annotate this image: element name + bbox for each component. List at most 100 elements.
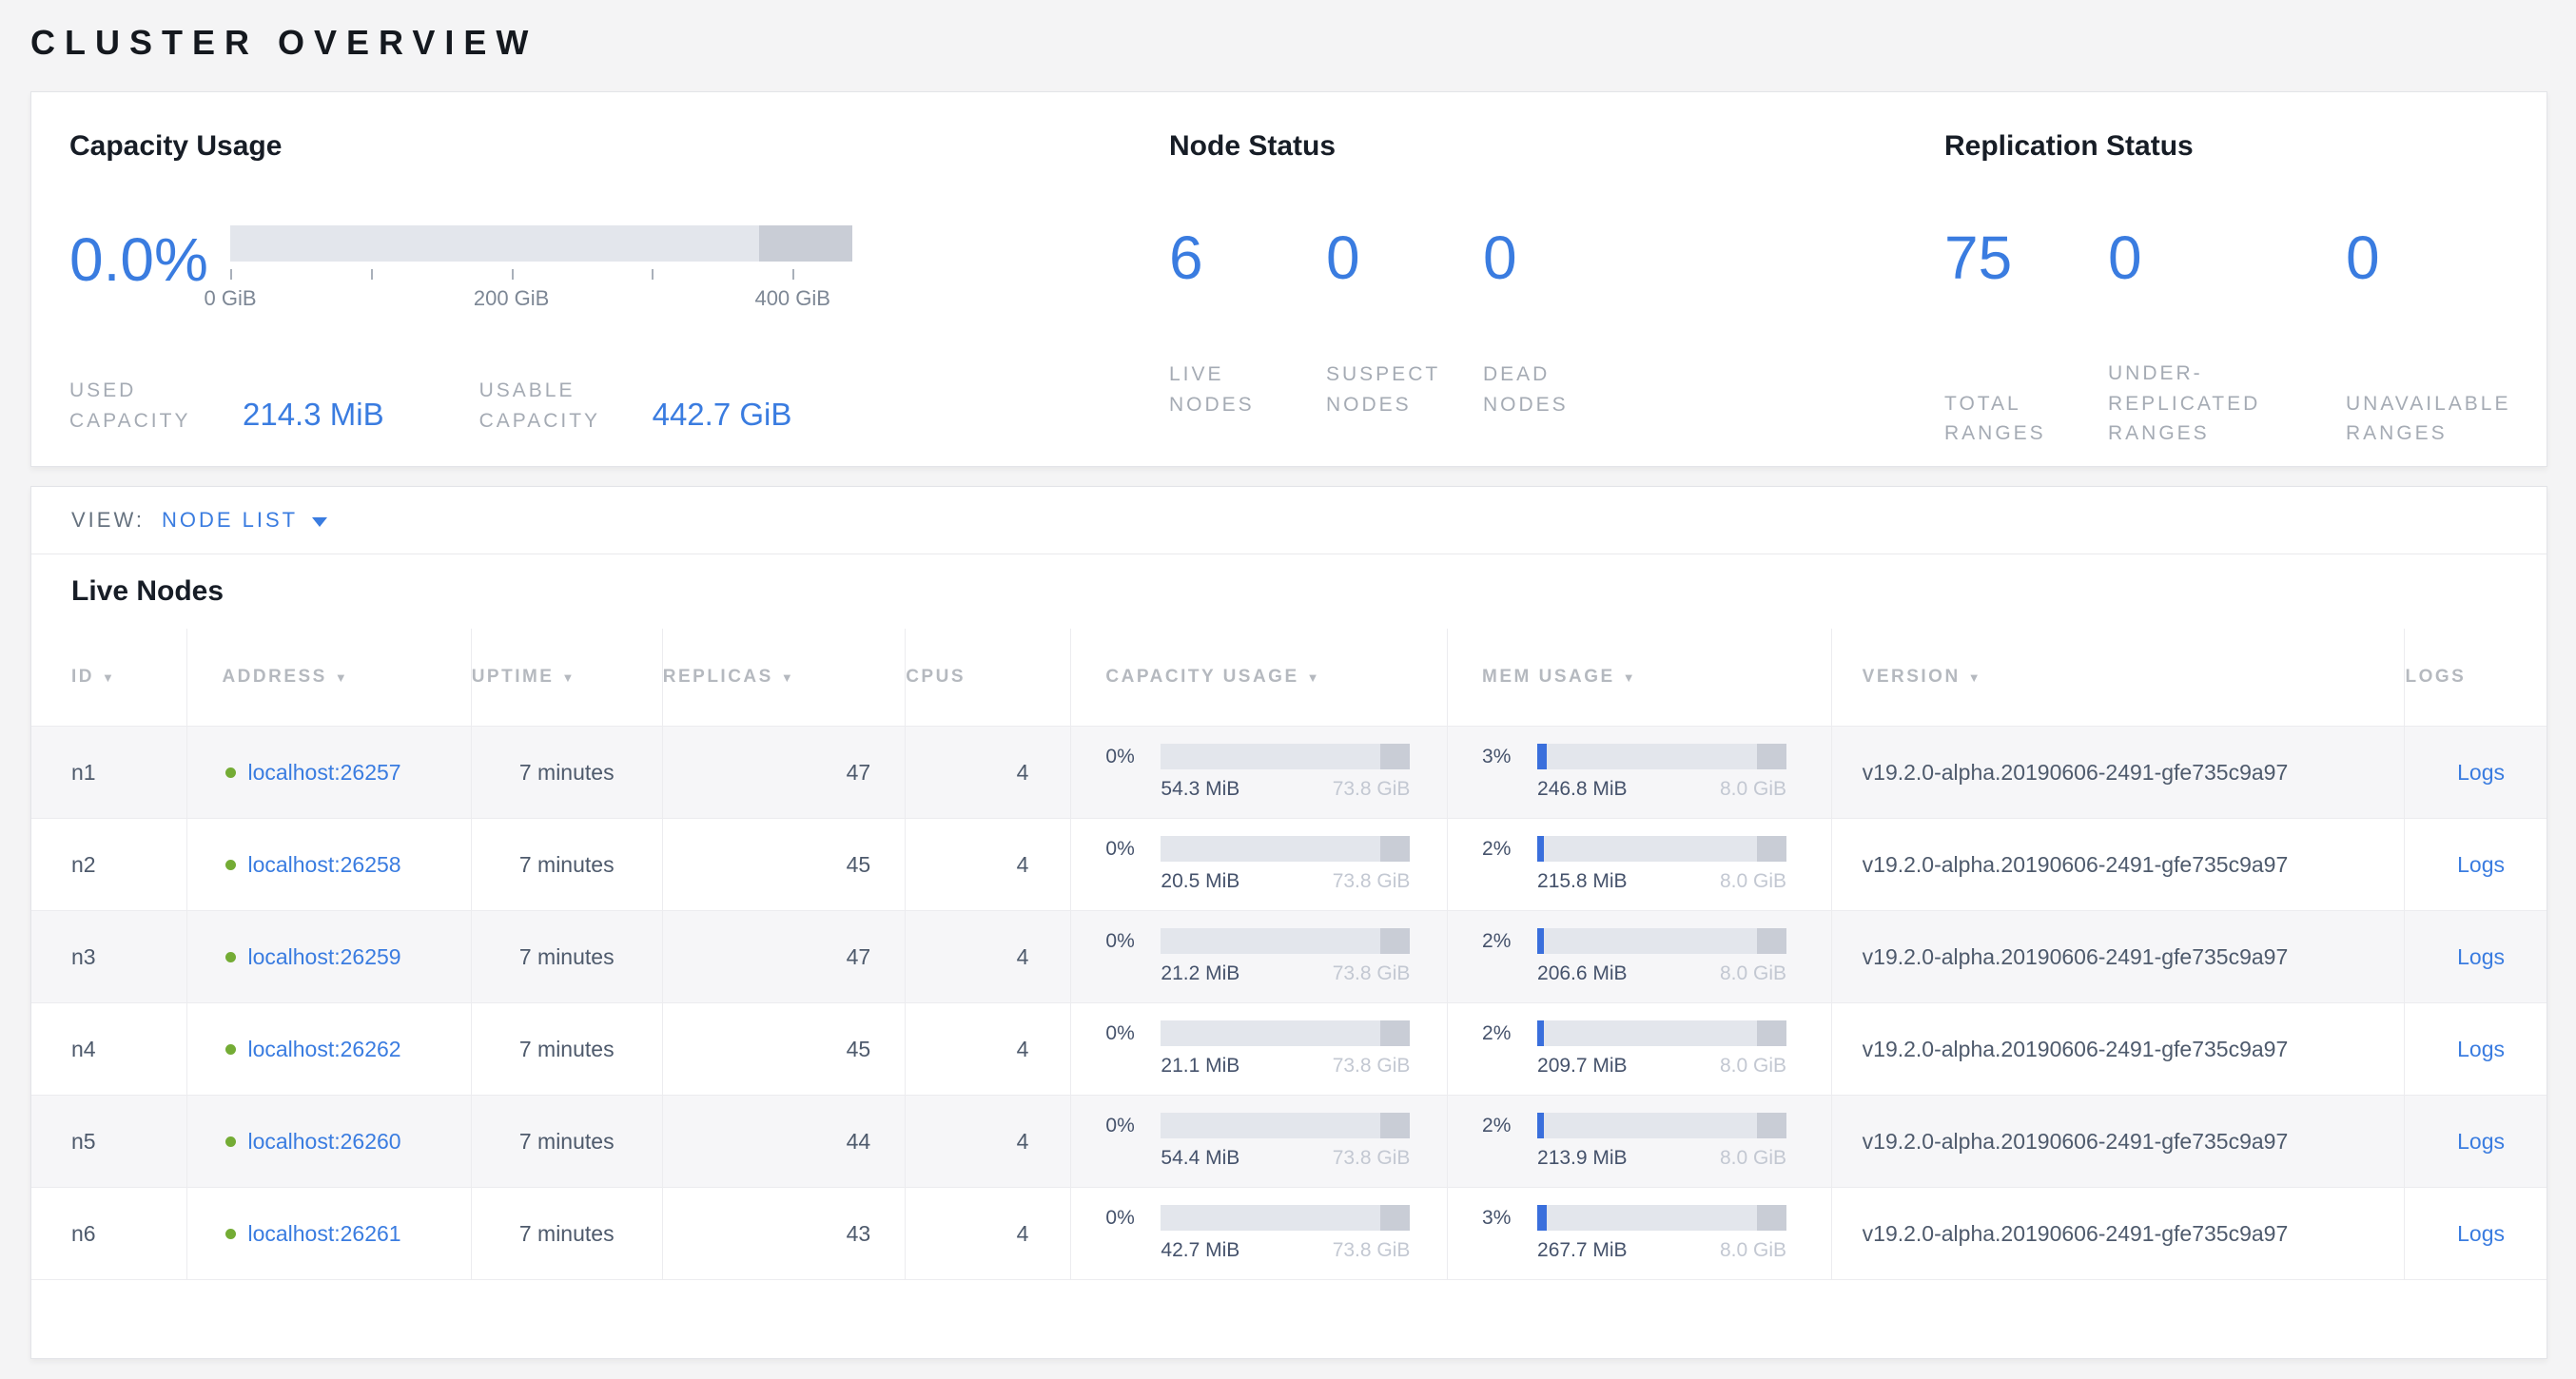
node-mem-cell: 2%206.6 MiB8.0 GiB bbox=[1448, 911, 1832, 1003]
node-cpus-cell: 4 bbox=[906, 911, 1071, 1003]
mem-usage-meter: 2%206.6 MiB8.0 GiB bbox=[1448, 928, 1831, 985]
logs-link[interactable]: Logs bbox=[2457, 1221, 2505, 1246]
view-selected-value: NODE LIST bbox=[162, 508, 298, 533]
node-logs-cell: Logs bbox=[2405, 911, 2547, 1003]
node-status-title: Node Status bbox=[1169, 130, 1944, 163]
node-address-cell: localhost:26260 bbox=[187, 1096, 471, 1188]
node-address-link[interactable]: localhost:26259 bbox=[247, 944, 400, 969]
node-health-dot-icon bbox=[225, 1136, 236, 1147]
node-address-link[interactable]: localhost:26262 bbox=[247, 1037, 400, 1061]
column-header-address[interactable]: ADDRESS▼ bbox=[187, 629, 471, 727]
logs-link[interactable]: Logs bbox=[2457, 1037, 2505, 1061]
mem-usage-meter: 2%213.9 MiB8.0 GiB bbox=[1448, 1113, 1831, 1170]
node-id-cell: n2 bbox=[31, 819, 187, 911]
under-replicated-ranges-count: 0 bbox=[2108, 227, 2346, 288]
capacity-usage-meter: 0%54.3 MiB73.8 GiB bbox=[1071, 744, 1447, 801]
node-uptime-cell: 7 minutes bbox=[471, 1188, 662, 1280]
capacity-usage-meter: 0%21.1 MiB73.8 GiB bbox=[1071, 1020, 1447, 1078]
logs-link[interactable]: Logs bbox=[2457, 1129, 2505, 1154]
logs-link[interactable]: Logs bbox=[2457, 944, 2505, 969]
node-address-cell: localhost:26261 bbox=[187, 1188, 471, 1280]
node-logs-cell: Logs bbox=[2405, 1188, 2547, 1280]
total-ranges-label: TOTAL RANGES bbox=[1944, 389, 2087, 449]
column-header-capacity[interactable]: CAPACITY USAGE▼ bbox=[1071, 629, 1448, 727]
node-replicas-cell: 47 bbox=[662, 911, 905, 1003]
column-header-mem[interactable]: MEM USAGE▼ bbox=[1448, 629, 1832, 727]
cluster-summary-panel: Capacity Usage 0.0% 0 GiB 200 GiB 400 Gi… bbox=[30, 91, 2547, 467]
node-health-dot-icon bbox=[225, 1044, 236, 1055]
mem-usage-dark-segment bbox=[1757, 928, 1786, 954]
suspect-nodes-label: SUSPECT NODES bbox=[1326, 359, 1469, 419]
total-ranges-count: 75 bbox=[1944, 227, 2108, 288]
capacity-usage-section: Capacity Usage 0.0% 0 GiB 200 GiB 400 Gi… bbox=[69, 130, 1169, 466]
node-id-cell: n4 bbox=[31, 1003, 187, 1096]
dead-nodes-label: DEAD NODES bbox=[1483, 359, 1626, 419]
axis-tick-label: 400 GiB bbox=[754, 286, 830, 311]
node-address-link[interactable]: localhost:26260 bbox=[247, 1129, 400, 1154]
mem-usage-fill bbox=[1537, 928, 1544, 954]
mem-usage-meter: 2%209.7 MiB8.0 GiB bbox=[1448, 1020, 1831, 1078]
node-list-panel: VIEW: NODE LIST Live Nodes ID▼ADDRESS▼UP… bbox=[30, 486, 2547, 1359]
table-row: n2localhost:262587 minutes4540%20.5 MiB7… bbox=[31, 819, 2547, 911]
node-id-cell: n1 bbox=[31, 727, 187, 819]
mem-usage-fill bbox=[1537, 1113, 1544, 1138]
sort-caret-icon: ▼ bbox=[561, 670, 576, 685]
mem-usage-meter: 2%215.8 MiB8.0 GiB bbox=[1448, 836, 1831, 893]
sort-caret-icon: ▼ bbox=[1307, 670, 1321, 685]
mem-usage-fill bbox=[1537, 744, 1547, 769]
suspect-nodes-count: 0 bbox=[1326, 227, 1483, 288]
capacity-chart: 0 GiB 200 GiB 400 GiB bbox=[230, 225, 852, 330]
sort-caret-icon: ▼ bbox=[102, 670, 116, 685]
capacity-usage-dark-segment bbox=[1380, 1205, 1410, 1231]
node-cpus-cell: 4 bbox=[906, 819, 1071, 911]
column-header-cpus[interactable]: CPUS bbox=[906, 629, 1071, 727]
node-address-link[interactable]: localhost:26261 bbox=[247, 1221, 400, 1246]
capacity-usage-bar bbox=[1161, 744, 1410, 769]
node-address-link[interactable]: localhost:26257 bbox=[247, 760, 400, 785]
mem-usage-meter: 3%246.8 MiB8.0 GiB bbox=[1448, 744, 1831, 801]
mem-usage-bar bbox=[1537, 928, 1786, 954]
node-address-link[interactable]: localhost:26258 bbox=[247, 852, 400, 877]
column-header-logs[interactable]: LOGS bbox=[2405, 629, 2547, 727]
mem-usage-bar bbox=[1537, 1020, 1786, 1046]
node-capacity-cell: 0%21.2 MiB73.8 GiB bbox=[1071, 911, 1448, 1003]
node-uptime-cell: 7 minutes bbox=[471, 819, 662, 911]
node-version-cell: v19.2.0-alpha.20190606-2491-gfe735c9a97 bbox=[1831, 819, 2405, 911]
view-selector-dropdown[interactable]: NODE LIST bbox=[162, 508, 327, 533]
capacity-usage-bar bbox=[1161, 1205, 1410, 1231]
node-mem-cell: 3%267.7 MiB8.0 GiB bbox=[1448, 1188, 1832, 1280]
usable-capacity-value: 442.7 GiB bbox=[653, 397, 792, 436]
dead-nodes-count: 0 bbox=[1483, 227, 1640, 288]
node-address-cell: localhost:26258 bbox=[187, 819, 471, 911]
node-id-cell: n3 bbox=[31, 911, 187, 1003]
replication-status-title: Replication Status bbox=[1944, 130, 2565, 163]
node-uptime-cell: 7 minutes bbox=[471, 1003, 662, 1096]
node-replicas-cell: 45 bbox=[662, 819, 905, 911]
capacity-usage-dark-segment bbox=[1380, 1113, 1410, 1138]
view-bar: VIEW: NODE LIST bbox=[31, 487, 2547, 554]
node-cpus-cell: 4 bbox=[906, 1188, 1071, 1280]
node-uptime-cell: 7 minutes bbox=[471, 727, 662, 819]
node-cpus-cell: 4 bbox=[906, 727, 1071, 819]
column-header-uptime[interactable]: UPTIME▼ bbox=[471, 629, 662, 727]
sort-caret-icon: ▼ bbox=[335, 670, 349, 685]
mem-usage-bar bbox=[1537, 1205, 1786, 1231]
logs-link[interactable]: Logs bbox=[2457, 852, 2505, 877]
unavailable-ranges-count: 0 bbox=[2346, 227, 2565, 288]
mem-usage-dark-segment bbox=[1757, 1020, 1786, 1046]
node-address-cell: localhost:26259 bbox=[187, 911, 471, 1003]
column-header-replicas[interactable]: REPLICAS▼ bbox=[662, 629, 905, 727]
capacity-usage-bar bbox=[1161, 928, 1410, 954]
capacity-bar bbox=[230, 225, 852, 262]
axis-tick bbox=[652, 269, 654, 280]
axis-tick bbox=[512, 269, 514, 280]
usable-capacity-stat: USABLE CAPACITY 442.7 GiB bbox=[479, 376, 792, 436]
mem-usage-bar bbox=[1537, 744, 1786, 769]
mem-usage-fill bbox=[1537, 1020, 1544, 1046]
caret-down-icon bbox=[312, 517, 327, 527]
axis-tick bbox=[792, 269, 794, 280]
column-header-version[interactable]: VERSION▼ bbox=[1831, 629, 2405, 727]
logs-link[interactable]: Logs bbox=[2457, 760, 2505, 785]
column-header-id[interactable]: ID▼ bbox=[31, 629, 187, 727]
used-capacity-stat: USED CAPACITY 214.3 MiB bbox=[69, 376, 384, 436]
